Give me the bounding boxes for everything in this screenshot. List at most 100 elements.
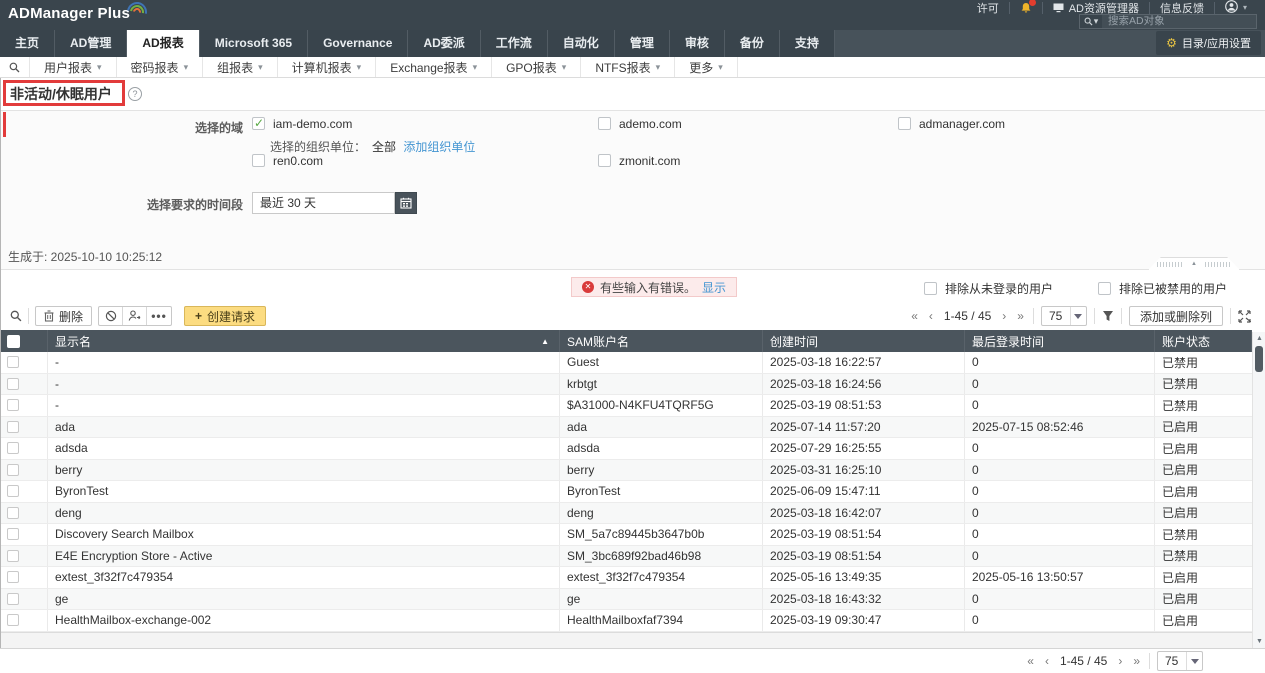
more-table-actions-button[interactable]: •••	[147, 307, 171, 325]
search-scope-icon[interactable]: ▾	[1080, 15, 1102, 28]
scroll-down-icon[interactable]: ▼	[1253, 638, 1265, 645]
table-row[interactable]: ByronTestByronTest2025-06-09 15:47:110已启…	[0, 481, 1252, 503]
row-checkbox[interactable]	[7, 378, 19, 390]
row-checkbox[interactable]	[7, 550, 19, 562]
subnav-item-4[interactable]: 计算机报表	[278, 57, 377, 77]
last-page-button[interactable]: »	[1015, 309, 1026, 323]
sort-asc-icon[interactable]: ▲	[541, 337, 549, 346]
subnav-item-2[interactable]: 密码报表	[117, 57, 204, 77]
tab-12[interactable]: 支持	[780, 30, 835, 57]
row-checkbox[interactable]	[7, 571, 19, 583]
first-page-button[interactable]: «	[1025, 654, 1036, 668]
table-row[interactable]: dengdeng2025-03-18 16:42:070已启用	[0, 503, 1252, 525]
domain-checkbox[interactable]	[252, 154, 265, 167]
prev-page-button[interactable]: ‹	[927, 309, 935, 323]
column-header-account-status[interactable]: 账户状态	[1155, 330, 1252, 352]
feedback-link[interactable]: 信息反馈	[1149, 2, 1214, 14]
period-input[interactable]: 最近 30 天	[252, 192, 395, 214]
subnav-item-5[interactable]: Exchange报表	[376, 57, 492, 77]
help-icon[interactable]: ?	[128, 87, 142, 101]
delete-button[interactable]: 删除	[35, 306, 92, 326]
add-remove-columns-button[interactable]: 添加或删除列	[1129, 306, 1223, 326]
next-page-button[interactable]: ›	[1000, 309, 1008, 323]
tab-10[interactable]: 审核	[670, 30, 725, 57]
domain-checkbox[interactable]	[598, 154, 611, 167]
subnav-item-1[interactable]: 用户报表	[30, 57, 117, 77]
row-checkbox[interactable]	[7, 528, 19, 540]
tab-2[interactable]: AD管理	[55, 30, 127, 57]
prev-page-button[interactable]: ‹	[1043, 654, 1051, 668]
show-error-link[interactable]: 显示	[702, 279, 726, 296]
table-row[interactable]: -krbtgt2025-03-18 16:24:560已禁用	[0, 374, 1252, 396]
exclude-disabled-checkbox[interactable]: 排除已被禁用的用户	[1098, 280, 1227, 297]
column-header-sam-account[interactable]: SAM账户名	[560, 330, 763, 352]
row-checkbox[interactable]	[7, 614, 19, 626]
page-size-select[interactable]: 75	[1041, 306, 1087, 326]
row-checkbox[interactable]	[7, 421, 19, 433]
scrollbar-thumb[interactable]	[1255, 346, 1263, 372]
domain-checkbox[interactable]	[252, 117, 265, 130]
add-ou-link[interactable]: 添加组织单位	[403, 140, 475, 154]
table-row[interactable]: Discovery Search MailboxSM_5a7c89445b364…	[0, 524, 1252, 546]
resource-explorer-link[interactable]: AD资源管理器	[1042, 2, 1149, 14]
select-all-checkbox[interactable]	[7, 335, 20, 348]
domain-checkbox[interactable]	[898, 117, 911, 130]
column-header-display-name[interactable]: 显示名▲	[48, 330, 560, 352]
last-page-button[interactable]: »	[1131, 654, 1142, 668]
table-row[interactable]: adsdaadsda2025-07-29 16:25:550已启用	[0, 438, 1252, 460]
row-checkbox[interactable]	[7, 399, 19, 411]
row-checkbox[interactable]	[7, 485, 19, 497]
user-action-button[interactable]	[123, 307, 147, 325]
subnav-item-8[interactable]: 更多	[675, 57, 738, 77]
tab-3[interactable]: AD报表	[127, 30, 199, 57]
global-search-input[interactable]: 搜索AD对象	[1102, 15, 1256, 28]
directory-settings-button[interactable]: ⚙ 目录/应用设置	[1156, 31, 1261, 55]
create-request-button[interactable]: +创建请求	[184, 306, 266, 326]
table-scrollbar[interactable]: ▲ ▼	[1252, 332, 1265, 648]
page-size-select[interactable]: 75	[1157, 651, 1203, 671]
checkbox[interactable]	[924, 282, 937, 295]
column-header-created-time[interactable]: 创建时间	[763, 330, 965, 352]
collapse-panel-handle[interactable]: ▲	[1148, 257, 1240, 270]
tab-4[interactable]: Microsoft 365	[200, 30, 308, 57]
table-row[interactable]: extest_3f32f7c479354extest_3f32f7c479354…	[0, 567, 1252, 589]
table-row[interactable]: berryberry2025-03-31 16:25:100已启用	[0, 460, 1252, 482]
table-row[interactable]: HealthMailbox-exchange-002HealthMailboxf…	[0, 610, 1252, 632]
column-header-last-logon-time[interactable]: 最后登录时间	[965, 330, 1155, 352]
tab-8[interactable]: 自动化	[548, 30, 615, 57]
license-link[interactable]: 许可	[967, 2, 1009, 14]
first-page-button[interactable]: «	[909, 309, 920, 323]
tab-7[interactable]: 工作流	[481, 30, 548, 57]
scroll-up-icon[interactable]: ▲	[1253, 335, 1265, 342]
table-row[interactable]: gege2025-03-18 16:43:320已启用	[0, 589, 1252, 611]
table-row[interactable]: -$A31000-N4KFU4TQRF5G2025-03-19 08:51:53…	[0, 395, 1252, 417]
table-search-button[interactable]	[10, 310, 22, 322]
row-checkbox[interactable]	[7, 507, 19, 519]
row-checkbox[interactable]	[7, 464, 19, 476]
tab-6[interactable]: AD委派	[408, 30, 480, 57]
row-checkbox[interactable]	[7, 593, 19, 605]
domain-checkbox[interactable]	[598, 117, 611, 130]
disable-account-button[interactable]	[99, 307, 123, 325]
subnav-item-6[interactable]: GPO报表	[492, 57, 581, 77]
tab-9[interactable]: 管理	[615, 30, 670, 57]
report-search-button[interactable]	[0, 57, 30, 77]
calendar-button[interactable]	[395, 192, 417, 214]
table-row[interactable]: -Guest2025-03-18 16:22:570已禁用	[0, 352, 1252, 374]
table-row[interactable]: E4E Encryption Store - ActiveSM_3bc689f9…	[0, 546, 1252, 568]
row-checkbox[interactable]	[7, 356, 19, 368]
account-menu[interactable]: ▾	[1214, 2, 1257, 14]
checkbox[interactable]	[1098, 282, 1111, 295]
subnav-item-3[interactable]: 组报表	[203, 57, 278, 77]
row-checkbox[interactable]	[7, 442, 19, 454]
table-row[interactable]: adaada2025-07-14 11:57:202025-07-15 08:5…	[0, 417, 1252, 439]
global-search[interactable]: ▾ 搜索AD对象	[1079, 14, 1257, 29]
notifications-button[interactable]	[1009, 2, 1042, 14]
tab-1[interactable]: 主页	[0, 30, 55, 57]
tab-5[interactable]: Governance	[308, 30, 408, 57]
exclude-never-logged-checkbox[interactable]: 排除从未登录的用户	[924, 280, 1053, 297]
filter-button[interactable]	[1102, 310, 1114, 322]
subnav-item-7[interactable]: NTFS报表	[581, 57, 675, 77]
expand-table-button[interactable]	[1238, 310, 1251, 323]
next-page-button[interactable]: ›	[1116, 654, 1124, 668]
